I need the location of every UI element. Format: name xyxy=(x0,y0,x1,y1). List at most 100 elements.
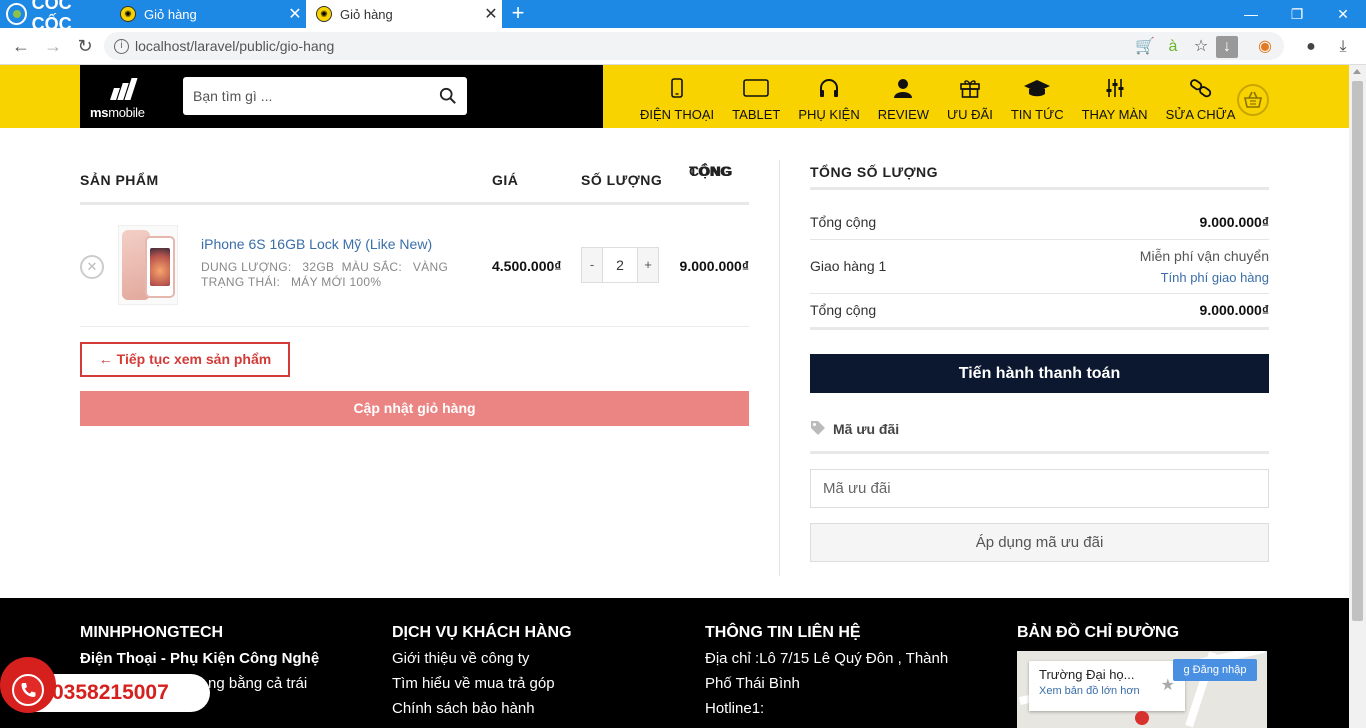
column-header-price: GIÁ xyxy=(492,172,519,188)
cart-basket-button[interactable] xyxy=(1237,84,1269,116)
link-icon xyxy=(1189,73,1212,103)
header-brand-area: msmobile xyxy=(80,65,603,128)
hotline-widget[interactable]: 0358215007 xyxy=(0,657,210,713)
coupon-title-text: Mã ưu đãi xyxy=(833,421,900,437)
logo-word-mobile: mobile xyxy=(108,105,145,120)
column-header-quantity: SỐ LƯỢNG xyxy=(581,172,663,188)
page-scrollbar[interactable] xyxy=(1349,65,1366,728)
tag-icon xyxy=(811,421,825,435)
apply-coupon-button[interactable]: Áp dụng mã ưu đãi xyxy=(810,523,1269,562)
menu-item-uu-dai[interactable]: ƯU ĐÃI xyxy=(947,65,993,128)
map-login-button[interactable]: g Đăng nhập xyxy=(1173,659,1257,681)
subtotal-value: 9.000.000₫ xyxy=(1199,214,1269,230)
shipping-label: Giao hàng 1 xyxy=(810,258,887,274)
site-favicon-icon: ✺ xyxy=(120,6,136,22)
search-icon[interactable] xyxy=(439,87,457,105)
product-price: 4.500.000₫ xyxy=(492,258,562,274)
browser-tab-2[interactable]: ✺ Giỏ hàng ✕ xyxy=(306,0,502,28)
footer-company-title: MINHPHONGTECH xyxy=(80,624,224,641)
product-thumbnail[interactable] xyxy=(118,225,178,305)
menu-item-tablet[interactable]: TABLET xyxy=(732,65,780,128)
footer-address-line2: Phố Thái Bình xyxy=(705,675,800,692)
gift-icon xyxy=(959,73,981,103)
product-attributes-line2: TRẠNG THÁI: MÁY MỚI 100% xyxy=(201,275,382,289)
embedded-map[interactable]: Trường Đại họ... Xem bản đồ lớn hơn ★ g … xyxy=(1017,651,1267,728)
shipping-row: Giao hàng 1 Miễn phí vận chuyển Tính phí… xyxy=(810,240,1269,294)
scrollbar-thumb[interactable] xyxy=(1352,81,1363,621)
bookmark-star-icon[interactable]: ☆ xyxy=(1190,36,1212,58)
update-cart-button[interactable]: Cập nhật giỏ hàng xyxy=(80,391,749,426)
url-field[interactable]: i localhost/laravel/public/gio-hang xyxy=(104,32,1284,60)
graduation-cap-icon xyxy=(1023,73,1051,103)
footer-address-line1: Địa chỉ :Lô 7/15 Lê Quý Đôn , Thành xyxy=(705,650,949,667)
menu-item-thay-man[interactable]: THAY MÀN xyxy=(1082,65,1148,128)
cart-table-header: SẢN PHẨM GIÁ SỐ LƯỢNG TỔNG CỘNG xyxy=(80,160,749,205)
scroll-up-arrow-icon[interactable] xyxy=(1353,69,1361,74)
footer-link-warranty[interactable]: Chính sách bảo hành xyxy=(392,696,572,721)
tablet-icon xyxy=(743,73,770,103)
search-box xyxy=(183,77,467,115)
checkout-button[interactable]: Tiến hành thanh toán xyxy=(810,354,1269,393)
search-input[interactable] xyxy=(183,77,433,115)
calculate-shipping-link[interactable]: Tính phí giao hàng xyxy=(1161,270,1269,285)
shopping-cart-icon[interactable]: 🛒 xyxy=(1134,36,1156,58)
new-tab-button[interactable]: + xyxy=(506,0,530,28)
close-window-icon[interactable]: ✕ xyxy=(1320,0,1366,28)
tab-title: Giỏ hàng xyxy=(144,6,197,22)
menu-item-phu-kien[interactable]: PHỤ KIỆN xyxy=(798,65,860,128)
menu-item-dien-thoai[interactable]: ĐIỆN THOẠI xyxy=(640,65,714,128)
quantity-input[interactable] xyxy=(602,248,638,282)
download-arrow-icon[interactable]: ↓ xyxy=(1216,36,1238,58)
map-place-name: Trường Đại họ... xyxy=(1039,667,1135,682)
remove-item-icon[interactable]: ✕ xyxy=(80,255,104,279)
reload-icon[interactable]: ↻ xyxy=(72,34,98,58)
map-larger-link[interactable]: Xem bản đồ lớn hơn xyxy=(1039,685,1175,697)
footer-col-contact: THÔNG TIN LIÊN HỆ Địa chỉ :Lô 7/15 Lê Qu… xyxy=(705,624,948,721)
footer-map-title: BẢN ĐỒ CHỈ ĐƯỜNG xyxy=(1017,624,1180,641)
footer-link-about[interactable]: Giới thiệu về công ty xyxy=(392,646,572,671)
msmobile-logo-mark-icon xyxy=(110,78,138,100)
downloads-icon[interactable]: ⤓ xyxy=(1332,36,1354,58)
footer-link-installment[interactable]: Tìm hiểu về mua trả góp xyxy=(392,671,572,696)
browser-tab-1[interactable]: ✺ Giỏ hàng ✕ xyxy=(110,0,306,28)
footer-hotline-label: Hotline1: xyxy=(705,700,765,717)
map-login-label: Đăng nhập xyxy=(1192,664,1247,676)
msmobile-logo[interactable]: msmobile xyxy=(88,75,154,121)
quantity-increase-button[interactable]: + xyxy=(638,248,658,282)
main-menu: ĐIỆN THOẠI TABLET PHỤ KIỆN REVIEW ƯU ĐÃI xyxy=(640,65,1253,128)
quantity-decrease-button[interactable]: - xyxy=(582,248,602,282)
site-header: msmobile ĐIỆN THOẠI TABLET xyxy=(0,65,1366,128)
minimize-icon[interactable]: — xyxy=(1228,0,1274,28)
translate-icon[interactable]: à xyxy=(1162,36,1184,58)
hotline-number[interactable]: 0358215007 xyxy=(52,681,169,705)
profile-icon[interactable]: ● xyxy=(1300,36,1322,58)
menu-item-tin-tuc[interactable]: TIN TỨC xyxy=(1011,65,1064,128)
product-name-link[interactable]: iPhone 6S 16GB Lock Mỹ (Like New) xyxy=(201,236,432,252)
back-icon[interactable]: ← xyxy=(8,34,34,58)
footer-col-map: BẢN ĐỒ CHỈ ĐƯỜNG xyxy=(1017,624,1179,646)
close-tab-icon[interactable]: ✕ xyxy=(480,4,502,24)
headphones-icon xyxy=(818,73,840,103)
map-pin-icon xyxy=(1135,711,1149,725)
footer-services-title: DỊCH VỤ KHÁCH HÀNG xyxy=(392,624,572,641)
order-total-label: Tổng cộng xyxy=(810,302,877,318)
column-header-total-line2: CỘNG xyxy=(689,163,733,179)
menu-item-review[interactable]: REVIEW xyxy=(878,65,929,128)
forward-icon[interactable]: → xyxy=(40,34,66,58)
continue-shopping-button[interactable]: ← Tiếp tục xem sản phẩm xyxy=(80,342,290,377)
sliders-icon xyxy=(1105,73,1125,103)
menu-item-sua-chua[interactable]: SỬA CHỮA xyxy=(1166,65,1235,128)
footer-contact-title: THÔNG TIN LIÊN HỆ xyxy=(705,624,861,641)
order-total-value: 9.000.000₫ xyxy=(1199,302,1269,318)
free-shipping-text: Miễn phí vận chuyển xyxy=(1139,248,1269,264)
menu-item-label: ĐIỆN THOẠI xyxy=(640,107,715,122)
browser-brand[interactable]: CỐC CỐC xyxy=(0,0,110,34)
extension-icon[interactable]: ◉ xyxy=(1254,36,1276,58)
info-icon[interactable]: i xyxy=(114,38,129,54)
close-tab-icon[interactable]: ✕ xyxy=(284,4,306,24)
coupon-code-input[interactable] xyxy=(810,469,1269,508)
column-header-product: SẢN PHẨM xyxy=(80,172,159,188)
phone-front-image xyxy=(145,236,175,298)
restore-icon[interactable]: ❐ xyxy=(1274,0,1320,28)
subtotal-label: Tổng cộng xyxy=(810,214,877,230)
